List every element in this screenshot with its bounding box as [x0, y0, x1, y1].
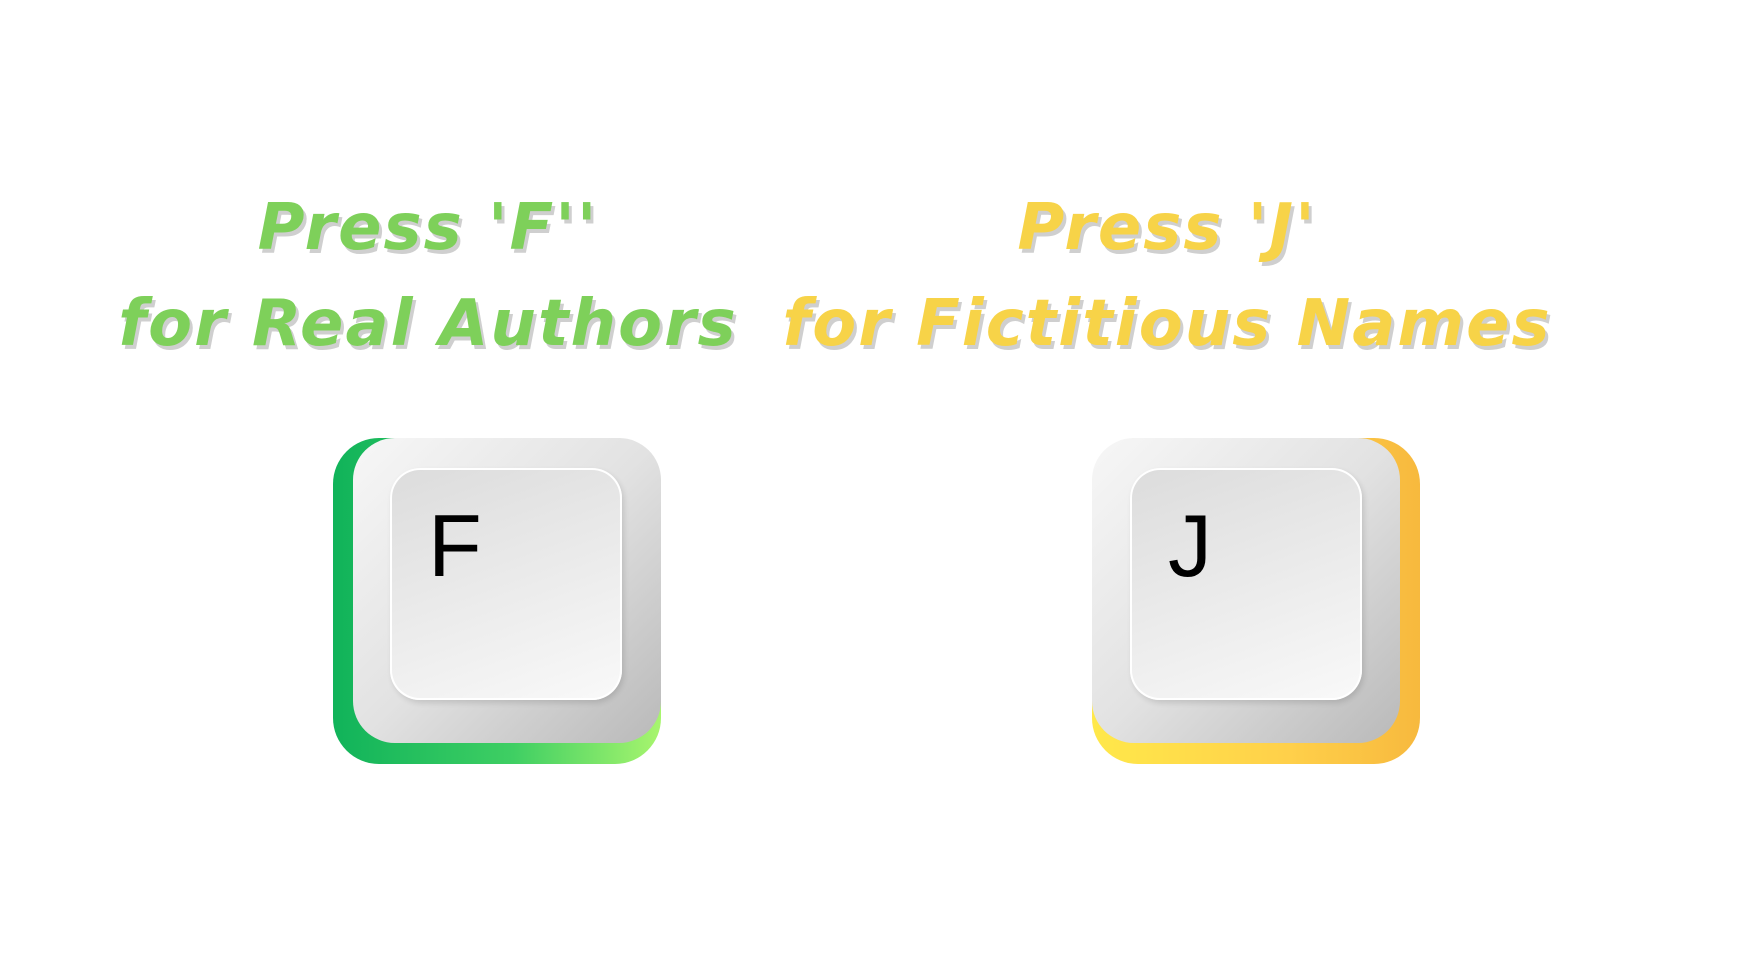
f-key[interactable]: F [333, 438, 661, 764]
j-key-face: J [1130, 468, 1362, 700]
f-key-face: F [390, 468, 622, 700]
real-authors-panel: Press 'F'' for Real Authors F [0, 0, 868, 977]
stage: Press 'F'' for Real Authors F Press 'J' … [0, 0, 1737, 977]
j-key-body: J [1092, 438, 1400, 743]
fictitious-names-panel: Press 'J' for Fictitious Names J [782, 0, 1736, 977]
fictitious-names-heading-line2: for Fictitious Names [782, 287, 1552, 361]
j-key-label: J [1168, 496, 1212, 595]
fictitious-names-heading-line1: Press 'J' [1017, 191, 1317, 265]
f-key-body: F [353, 438, 661, 743]
f-key-label: F [428, 496, 482, 595]
fictitious-names-heading: Press 'J' for Fictitious Names [733, 180, 1601, 372]
j-key[interactable]: J [1092, 438, 1420, 764]
